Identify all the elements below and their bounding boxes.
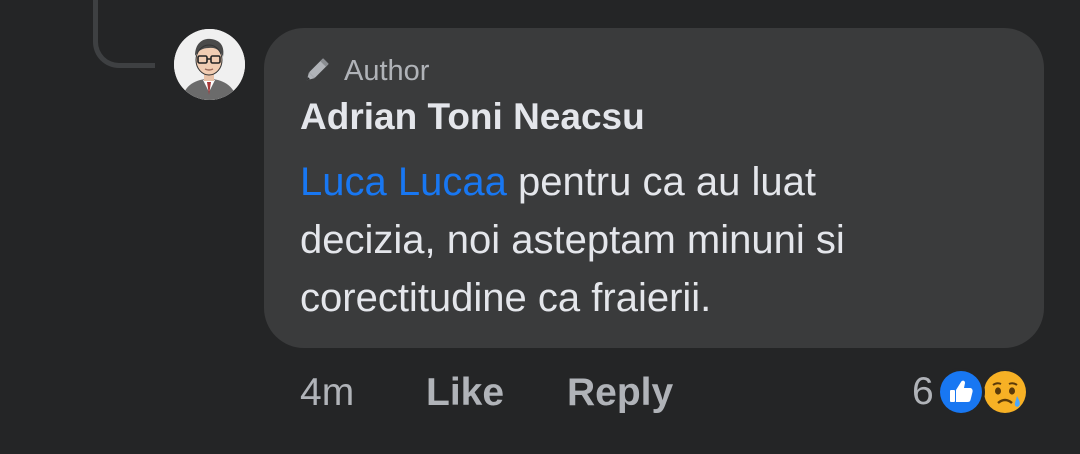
mention-link[interactable]: Luca Lucaa xyxy=(300,160,507,204)
comment-text-line-3: corectitudine ca fraierii. xyxy=(300,276,712,320)
avatar[interactable] xyxy=(174,29,245,100)
reply-button[interactable]: Reply xyxy=(567,370,673,416)
like-reaction-icon xyxy=(936,368,985,416)
avatar-illustration xyxy=(174,29,245,100)
comment-text-line-2: decizia, noi asteptam minuni si xyxy=(300,218,845,262)
comment-author-name[interactable]: Adrian Toni Neacsu xyxy=(300,96,645,138)
comment-body: Luca Lucaa pentru ca au luat decizia, noi… xyxy=(300,153,1000,327)
comment-thread: Author Adrian Toni Neacsu Luca Lucaa pen… xyxy=(0,0,1080,454)
reaction-count: 6 xyxy=(912,370,934,413)
author-badge-label: Author xyxy=(344,54,430,87)
like-button[interactable]: Like xyxy=(426,370,504,416)
comment-timestamp[interactable]: 4m xyxy=(300,370,354,416)
reactions-summary[interactable]: 6 xyxy=(912,366,1030,418)
sad-reaction-icon xyxy=(980,368,1029,416)
author-badge: Author xyxy=(298,52,429,90)
comment-text-line-1: pentru ca au luat xyxy=(506,160,816,204)
thread-connector-line xyxy=(93,0,155,68)
pencil-icon xyxy=(306,58,329,81)
